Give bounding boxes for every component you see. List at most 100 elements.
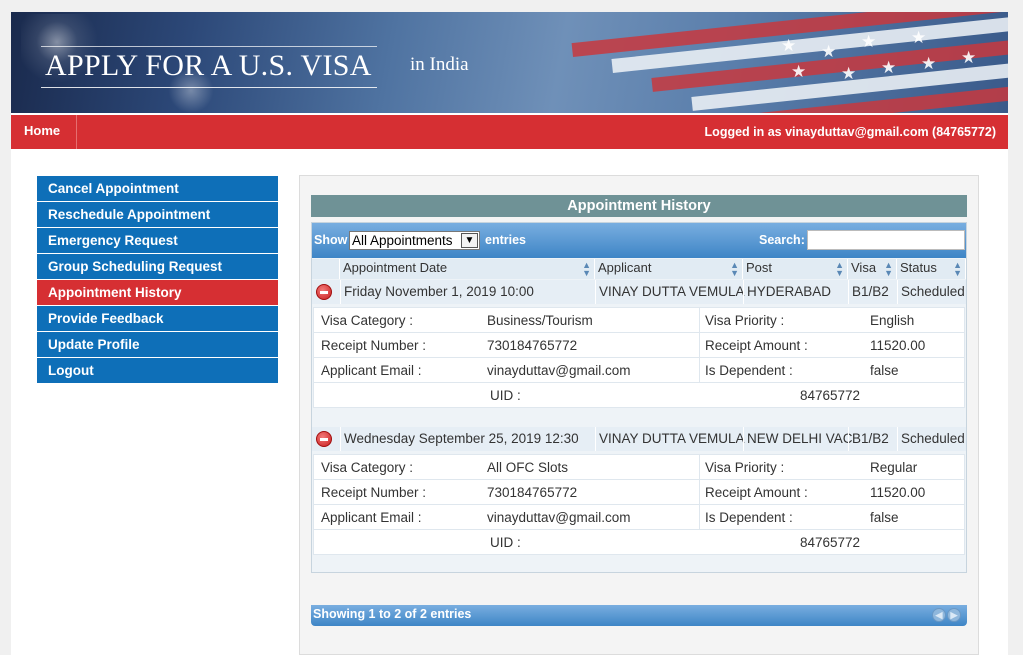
appointment-table: Show All Appointments ▼ entries Search: … xyxy=(311,222,967,573)
sidebar-item-provide-feedback[interactable]: Provide Feedback xyxy=(37,306,278,331)
site-title: APPLY FOR A U.S. VISA xyxy=(41,46,377,88)
status-badge: Scheduled xyxy=(897,280,966,304)
detail-row: Visa Category : All OFC Slots Visa Prior… xyxy=(314,455,964,480)
post-name: NEW DELHI VAC xyxy=(743,427,853,451)
sort-icon[interactable]: ▲ ▼ xyxy=(730,261,739,278)
sidebar-item-update-profile[interactable]: Update Profile xyxy=(37,332,278,357)
detail-value: 730184765772 xyxy=(487,485,578,500)
appointment-date: Friday November 1, 2019 10:00 xyxy=(340,280,595,304)
detail-value: Business/Tourism xyxy=(487,313,593,328)
detail-row: UID : 84765772 xyxy=(314,383,964,408)
sidebar-item-appointment-history[interactable]: Appointment History xyxy=(37,280,278,305)
detail-label: Receipt Number : xyxy=(321,485,427,500)
status-badge: Scheduled xyxy=(897,427,966,451)
detail-value: false xyxy=(870,363,899,378)
entries-info: Showing 1 to 2 of 2 entries xyxy=(313,607,472,621)
detail-row: Applicant Email : vinayduttav@gmail.com … xyxy=(314,505,964,530)
detail-value: Regular xyxy=(870,460,918,475)
column-header-status[interactable]: Status ▲ ▼ xyxy=(897,259,966,279)
detail-value: All OFC Slots xyxy=(487,460,569,475)
visa-type: B1/B2 xyxy=(848,280,897,304)
collapse-icon[interactable] xyxy=(316,284,332,300)
detail-label: Visa Priority : xyxy=(705,460,785,475)
show-label: Show xyxy=(314,233,348,247)
table-row[interactable]: Wednesday September 25, 2019 12:30 VINAY… xyxy=(312,427,966,451)
applicant-name: VINAY DUTTA VEMULA xyxy=(595,280,745,304)
column-header-toggle xyxy=(312,259,340,279)
detail-label: Visa Category : xyxy=(321,460,414,475)
detail-label: Receipt Number : xyxy=(321,338,427,353)
detail-row: Visa Category : Business/Tourism Visa Pr… xyxy=(314,308,964,333)
detail-label: Applicant Email : xyxy=(321,363,422,378)
sidebar-menu: Cancel Appointment Reschedule Appointmen… xyxy=(37,176,278,384)
table-toolbar: Show All Appointments ▼ entries Search: xyxy=(312,223,966,258)
sidebar-item-group-scheduling-request[interactable]: Group Scheduling Request xyxy=(37,254,278,279)
column-header-post[interactable]: Post ▲ ▼ xyxy=(743,259,848,279)
column-header-label: Status xyxy=(900,260,937,275)
detail-row: Receipt Number : 730184765772 Receipt Am… xyxy=(314,480,964,505)
appointment-details: Visa Category : All OFC Slots Visa Prior… xyxy=(313,454,965,555)
page-title: Appointment History xyxy=(311,195,967,217)
appointment-date: Wednesday September 25, 2019 12:30 xyxy=(340,427,595,451)
next-page-icon[interactable]: ▶ xyxy=(947,608,961,622)
search-input[interactable] xyxy=(807,230,965,250)
sort-icon[interactable]: ▲ ▼ xyxy=(884,261,893,278)
sort-icon[interactable]: ▲ ▼ xyxy=(835,261,844,278)
header-banner: ★ ★ ★ ★ ★ ★ ★ ★ ★ APPLY FOR A U.S. VISA … xyxy=(11,12,1008,113)
main-content: Appointment History Show All Appointment… xyxy=(299,175,979,655)
detail-value: 84765772 xyxy=(800,388,861,403)
detail-value: 11520.00 xyxy=(870,338,926,353)
detail-label: Applicant Email : xyxy=(321,510,422,525)
pagination: ◀ ▶ xyxy=(932,608,962,623)
show-entries-select[interactable]: All Appointments ▼ xyxy=(349,231,480,250)
detail-label: Visa Priority : xyxy=(705,313,785,328)
sidebar-item-emergency-request[interactable]: Emergency Request xyxy=(37,228,278,253)
detail-label: Receipt Amount : xyxy=(705,338,808,353)
sidebar-item-reschedule-appointment[interactable]: Reschedule Appointment xyxy=(37,202,278,227)
entries-label: entries xyxy=(485,233,526,247)
column-header-label: Visa xyxy=(851,260,877,275)
detail-value: 84765772 xyxy=(800,535,861,550)
detail-value: vinayduttav@gmail.com xyxy=(487,363,631,378)
window-edge xyxy=(1010,0,1023,655)
sidebar-item-logout[interactable]: Logout xyxy=(37,358,278,383)
logged-in-status: Logged in as vinayduttav@gmail.com (8476… xyxy=(705,115,996,149)
sidebar-item-cancel-appointment[interactable]: Cancel Appointment xyxy=(37,176,278,201)
detail-label: Receipt Amount : xyxy=(705,485,808,500)
column-header-appointment-date[interactable]: Appointment Date ▲ ▼ xyxy=(340,259,595,279)
top-nav-bar: Home Logged in as vinayduttav@gmail.com … xyxy=(11,115,1008,149)
site-country: in India xyxy=(410,54,469,75)
visa-type: B1/B2 xyxy=(848,427,897,451)
home-link[interactable]: Home xyxy=(11,115,77,149)
detail-value: 730184765772 xyxy=(487,338,578,353)
logged-in-prefix: Logged in as xyxy=(704,125,786,139)
detail-value: false xyxy=(870,510,899,525)
appointment-details: Visa Category : Business/Tourism Visa Pr… xyxy=(313,307,965,408)
detail-value: 11520.00 xyxy=(870,485,926,500)
sort-icon[interactable]: ▲ ▼ xyxy=(582,261,591,278)
collapse-icon[interactable] xyxy=(316,431,332,447)
column-header-label: Post xyxy=(746,260,773,275)
column-header-label: Appointment Date xyxy=(343,260,448,275)
table-row[interactable]: Friday November 1, 2019 10:00 VINAY DUTT… xyxy=(312,280,966,304)
detail-label: Is Dependent : xyxy=(705,363,793,378)
detail-value: English xyxy=(870,313,915,328)
table-footer: Showing 1 to 2 of 2 entries ◀ ▶ xyxy=(311,605,967,626)
applicant-name: VINAY DUTTA VEMULA xyxy=(595,427,745,451)
previous-page-icon[interactable]: ◀ xyxy=(932,608,946,622)
show-entries-value: All Appointments xyxy=(352,233,453,248)
detail-row: Receipt Number : 730184765772 Receipt Am… xyxy=(314,333,964,358)
logged-in-user: vinayduttav@gmail.com (84765772) xyxy=(785,125,996,139)
detail-row: UID : 84765772 xyxy=(314,530,964,555)
detail-label: Visa Category : xyxy=(321,313,414,328)
sort-icon[interactable]: ▲ ▼ xyxy=(953,261,962,278)
detail-row: Applicant Email : vinayduttav@gmail.com … xyxy=(314,358,964,383)
detail-value: vinayduttav@gmail.com xyxy=(487,510,631,525)
detail-label: UID : xyxy=(490,388,521,403)
page-container: ★ ★ ★ ★ ★ ★ ★ ★ ★ APPLY FOR A U.S. VISA … xyxy=(11,12,1008,655)
column-header-label: Applicant xyxy=(598,260,652,275)
chevron-down-icon[interactable]: ▼ xyxy=(461,233,478,248)
column-header-visa[interactable]: Visa ▲ ▼ xyxy=(848,259,897,279)
post-name: HYDERABAD xyxy=(743,280,848,304)
column-header-applicant[interactable]: Applicant ▲ ▼ xyxy=(595,259,743,279)
